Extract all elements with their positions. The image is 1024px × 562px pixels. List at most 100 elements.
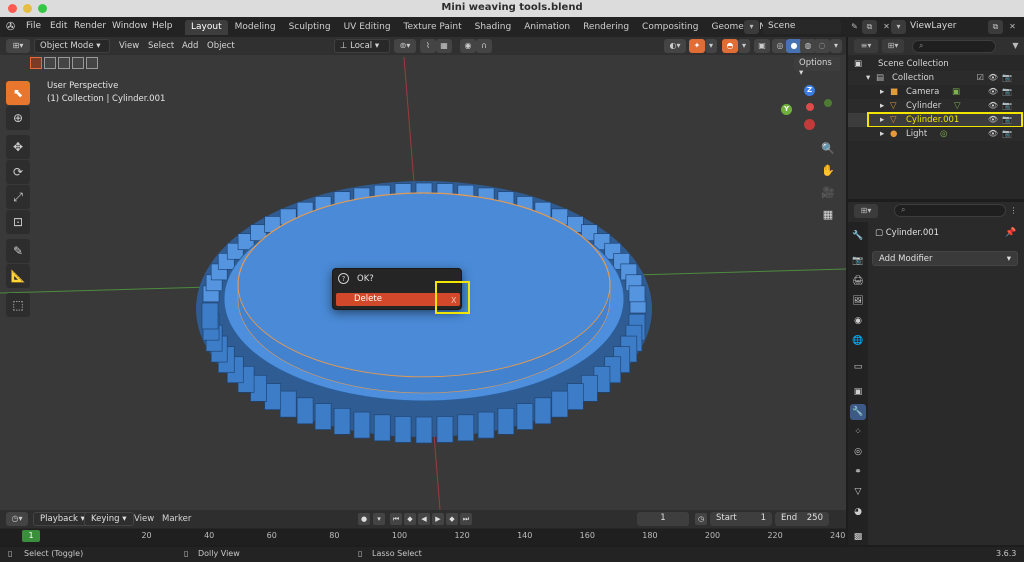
record-button-icon[interactable]: ● bbox=[358, 513, 370, 525]
render-properties-tab-icon[interactable]: 📷 bbox=[850, 253, 866, 269]
tab-compositing[interactable]: Compositing bbox=[636, 20, 704, 35]
timeline-menu-view[interactable]: View bbox=[134, 514, 154, 524]
expand-camera-icon[interactable]: ▸ bbox=[880, 87, 884, 97]
new-scene-icon[interactable]: ⧉ bbox=[862, 20, 877, 34]
gizmo-neg-x-axis[interactable] bbox=[804, 119, 815, 130]
transform-tool-icon[interactable]: ⊡ bbox=[6, 210, 30, 234]
outliner-editor-type-icon[interactable]: ≡▾ bbox=[854, 39, 878, 53]
camera-label: Camera bbox=[906, 87, 940, 97]
properties-search-input[interactable]: ⌕ bbox=[894, 204, 1006, 217]
cylinder-visibility-icons[interactable]: 👁📷 bbox=[988, 101, 1016, 110]
tab-texture-paint[interactable]: Texture Paint bbox=[398, 20, 468, 35]
start-frame-field[interactable]: Start 1 bbox=[710, 512, 772, 526]
outliner-collection-row[interactable]: ▾ ▤ Collection ☑👁📷 bbox=[848, 71, 1024, 85]
output-properties-tab-icon[interactable]: 🖨 bbox=[850, 273, 866, 289]
light-visibility-icons[interactable]: 👁📷 bbox=[988, 129, 1016, 138]
pin-icon[interactable]: 📌 bbox=[1005, 228, 1016, 238]
end-frame-field[interactable]: End 250 bbox=[775, 512, 829, 526]
timeline-editor: ◷▾ Playback ▾ Keying ▾ View Marker ● ▾ ⏮… bbox=[0, 510, 846, 545]
viewport-navigation: 🔍 ✋ 🎥 ▦ bbox=[818, 139, 840, 227]
play-reverse-icon[interactable]: ◀ bbox=[418, 513, 430, 525]
modifier-properties-tab-icon[interactable]: 🔧 bbox=[850, 404, 866, 420]
menu-file[interactable]: File bbox=[26, 21, 41, 31]
tab-shading[interactable]: Shading bbox=[469, 20, 518, 35]
material-tab-icon[interactable]: ◕ bbox=[850, 504, 866, 520]
scale-tool-icon[interactable]: ⤢ bbox=[6, 185, 30, 209]
pan-view-icon[interactable]: ✋ bbox=[818, 161, 838, 181]
tab-uv-editing[interactable]: UV Editing bbox=[338, 20, 397, 35]
gizmo-y-axis[interactable]: Y bbox=[781, 104, 792, 115]
move-tool-icon[interactable]: ✥ bbox=[6, 135, 30, 159]
delete-view-layer-icon[interactable]: ✕ bbox=[1005, 20, 1020, 34]
measure-tool-icon[interactable]: 📐 bbox=[6, 264, 30, 288]
preview-range-icon[interactable]: ◷ bbox=[695, 513, 707, 525]
outliner-search-input[interactable]: ⌕ bbox=[912, 40, 996, 53]
object-properties-tab-icon[interactable]: ▣ bbox=[850, 384, 866, 400]
particles-tab-icon[interactable]: ⁘ bbox=[850, 424, 866, 440]
physics-tab-icon[interactable]: ◎ bbox=[850, 444, 866, 460]
cursor-tool-icon[interactable]: ⊕ bbox=[6, 106, 30, 130]
tab-animation[interactable]: Animation bbox=[518, 20, 576, 35]
texture-tab-icon[interactable]: ▩ bbox=[850, 529, 866, 545]
constraints-tab-icon[interactable]: ⚭ bbox=[850, 464, 866, 480]
expand-cylinder-icon[interactable]: ▸ bbox=[880, 101, 884, 111]
object-data-tab-icon[interactable]: ▽ bbox=[850, 484, 866, 500]
expand-collection-icon[interactable]: ▾ bbox=[866, 73, 870, 83]
gizmo-z-axis[interactable]: Z bbox=[804, 85, 815, 96]
keying-dropdown[interactable]: Keying ▾ bbox=[84, 512, 134, 526]
gear-tooth bbox=[264, 383, 282, 410]
expand-light-icon[interactable]: ▸ bbox=[880, 129, 884, 139]
outliner-item-light[interactable]: ▸ ● Light ◎ 👁📷 bbox=[848, 127, 1024, 141]
menu-help[interactable]: Help bbox=[152, 21, 173, 31]
ortho-toggle-icon[interactable]: ▦ bbox=[818, 205, 838, 225]
menu-render[interactable]: Render bbox=[74, 21, 106, 31]
tool-properties-tab-icon[interactable]: 🔧 bbox=[850, 228, 866, 244]
camera-view-icon[interactable]: 🎥 bbox=[818, 183, 838, 203]
pin-scene-icon[interactable]: ✎ bbox=[847, 20, 862, 34]
zoom-view-icon[interactable]: 🔍 bbox=[818, 139, 838, 159]
timeline-menu-marker[interactable]: Marker bbox=[162, 514, 191, 524]
jump-next-keyframe-icon[interactable]: ◆ bbox=[446, 513, 458, 525]
gizmo-x-axis[interactable] bbox=[806, 103, 814, 111]
camera-visibility-icons[interactable]: 👁📷 bbox=[988, 87, 1016, 96]
blender-logo-icon[interactable]: ✇ bbox=[6, 20, 15, 33]
current-frame-marker[interactable]: 1 bbox=[22, 530, 40, 542]
scene-properties-tab-icon[interactable]: ◉ bbox=[850, 313, 866, 329]
tab-layout[interactable]: Layout bbox=[185, 20, 228, 35]
scene-selector-icon[interactable]: ▾ bbox=[744, 20, 759, 34]
jump-end-icon[interactable]: ⏭ bbox=[460, 513, 472, 525]
outliner-filter-icon[interactable]: ▼ bbox=[1008, 39, 1023, 53]
timeline-editor-type-icon[interactable]: ◷▾ bbox=[6, 512, 28, 526]
outliner-item-cylinder[interactable]: ▸ ▽ Cylinder ▽ 👁📷 bbox=[848, 99, 1024, 113]
properties-options-icon[interactable]: ⋮ bbox=[1006, 204, 1021, 218]
new-view-layer-icon[interactable]: ⧉ bbox=[988, 20, 1003, 34]
tab-rendering[interactable]: Rendering bbox=[577, 20, 635, 35]
play-icon[interactable]: ▶ bbox=[432, 513, 444, 525]
collection-properties-tab-icon[interactable]: ▭ bbox=[850, 359, 866, 375]
world-properties-tab-icon[interactable]: 🌐 bbox=[850, 333, 866, 349]
collection-visibility-icons[interactable]: ☑👁📷 bbox=[977, 73, 1016, 82]
view-layer-name-field[interactable]: ViewLayer bbox=[905, 20, 985, 34]
jump-prev-keyframe-icon[interactable]: ◆ bbox=[404, 513, 416, 525]
outliner-item-camera[interactable]: ▸ ■ Camera ▣ 👁📷 bbox=[848, 85, 1024, 99]
view-layer-tab-icon[interactable]: 🖼 bbox=[850, 293, 866, 309]
gear-tooth bbox=[581, 374, 598, 402]
current-frame-field[interactable]: 1 bbox=[637, 512, 689, 526]
menu-window[interactable]: Window bbox=[112, 21, 148, 31]
tab-sculpting[interactable]: Sculpting bbox=[283, 20, 337, 35]
gizmo-neg-y-axis[interactable] bbox=[824, 99, 832, 107]
rotate-tool-icon[interactable]: ⟳ bbox=[6, 160, 30, 184]
scene-name-field[interactable]: Scene bbox=[763, 20, 841, 34]
outliner-scene-collection[interactable]: ▣ Scene Collection bbox=[848, 57, 1024, 71]
view-layer-selector-icon[interactable]: ▾ bbox=[891, 20, 906, 34]
record-options-icon[interactable]: ▾ bbox=[373, 513, 385, 525]
tab-modeling[interactable]: Modeling bbox=[229, 20, 282, 35]
select-box-tool-icon[interactable]: ⬉ bbox=[6, 81, 30, 105]
outliner-display-mode-icon[interactable]: ⊞▾ bbox=[882, 39, 904, 53]
add-modifier-dropdown[interactable]: Add Modifier ▾ bbox=[872, 251, 1018, 266]
menu-edit[interactable]: Edit bbox=[50, 21, 67, 31]
properties-editor-type-icon[interactable]: ⊞▾ bbox=[854, 204, 878, 218]
annotate-tool-icon[interactable]: ✎ bbox=[6, 239, 30, 263]
add-cube-tool-icon[interactable]: ⬚ bbox=[6, 293, 30, 317]
jump-start-icon[interactable]: ⏮ bbox=[390, 513, 402, 525]
